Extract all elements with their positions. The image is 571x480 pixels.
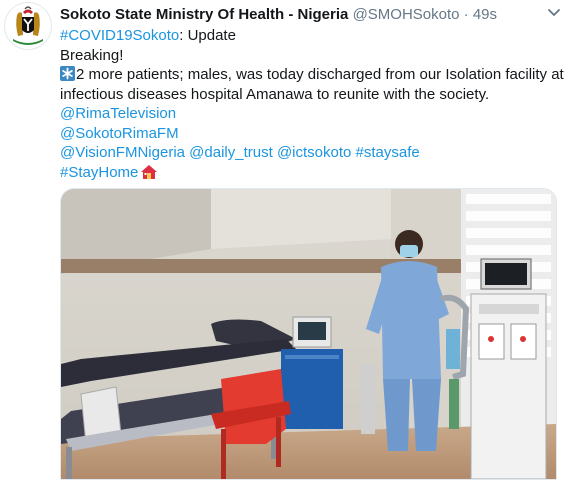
isolation-ward-photo — [61, 189, 556, 479]
separator-dot: · — [463, 6, 469, 23]
hashtag-staysafe[interactable]: #staysafe — [356, 144, 420, 161]
author-name[interactable]: Sokoto State Ministry Of Health - Nigeri… — [60, 6, 348, 23]
tweet-line-stayhome: #StayHome — [60, 163, 560, 183]
body-line-1: 2 more patients; males, was today discha… — [76, 66, 564, 83]
body-line-2: infectious diseases hospital Amanawa to … — [60, 85, 490, 103]
hashtag-stayhome[interactable]: #StayHome — [60, 164, 138, 181]
mention-daily-trust[interactable]: @daily_trust — [189, 144, 273, 161]
breaking-text: Breaking! — [60, 46, 124, 64]
mention-visionfmnigeria[interactable]: @VisionFMNigeria — [60, 144, 185, 161]
avatar[interactable] — [4, 2, 52, 50]
coat-of-arms-icon — [5, 3, 51, 49]
tweet-line-update: #COVID19Sokoto: Update — [60, 26, 560, 46]
update-text: : Update — [179, 27, 236, 44]
mention-sokotorimafm[interactable]: @SokotoRimaFM — [60, 124, 560, 144]
house-icon — [141, 164, 158, 179]
tweet-header: Sokoto State Ministry Of Health - Nigeri… — [60, 4, 560, 26]
tweet-body: Sokoto State Ministry Of Health - Nigeri… — [60, 4, 564, 183]
eight-spoked-asterisk-icon — [60, 66, 75, 81]
tweet-photo[interactable] — [60, 188, 557, 480]
mention-rimatelevision[interactable]: @RimaTelevision — [60, 104, 560, 124]
tweet-text: #COVID19Sokoto: Update Breaking! 2 more … — [60, 26, 564, 183]
hashtag-covid19sokoto[interactable]: #COVID19Sokoto — [60, 27, 179, 44]
author-handle[interactable]: @SMOHSokoto — [353, 6, 460, 23]
tweet-line-body-1: 2 more patients; males, was today discha… — [60, 65, 564, 85]
mention-ictsokoto[interactable]: @ictsokoto — [277, 144, 351, 161]
tweet-line-mentions: @VisionFMNigeria @daily_trust @ictsokoto… — [60, 143, 560, 163]
timestamp[interactable]: 49s — [473, 6, 497, 23]
